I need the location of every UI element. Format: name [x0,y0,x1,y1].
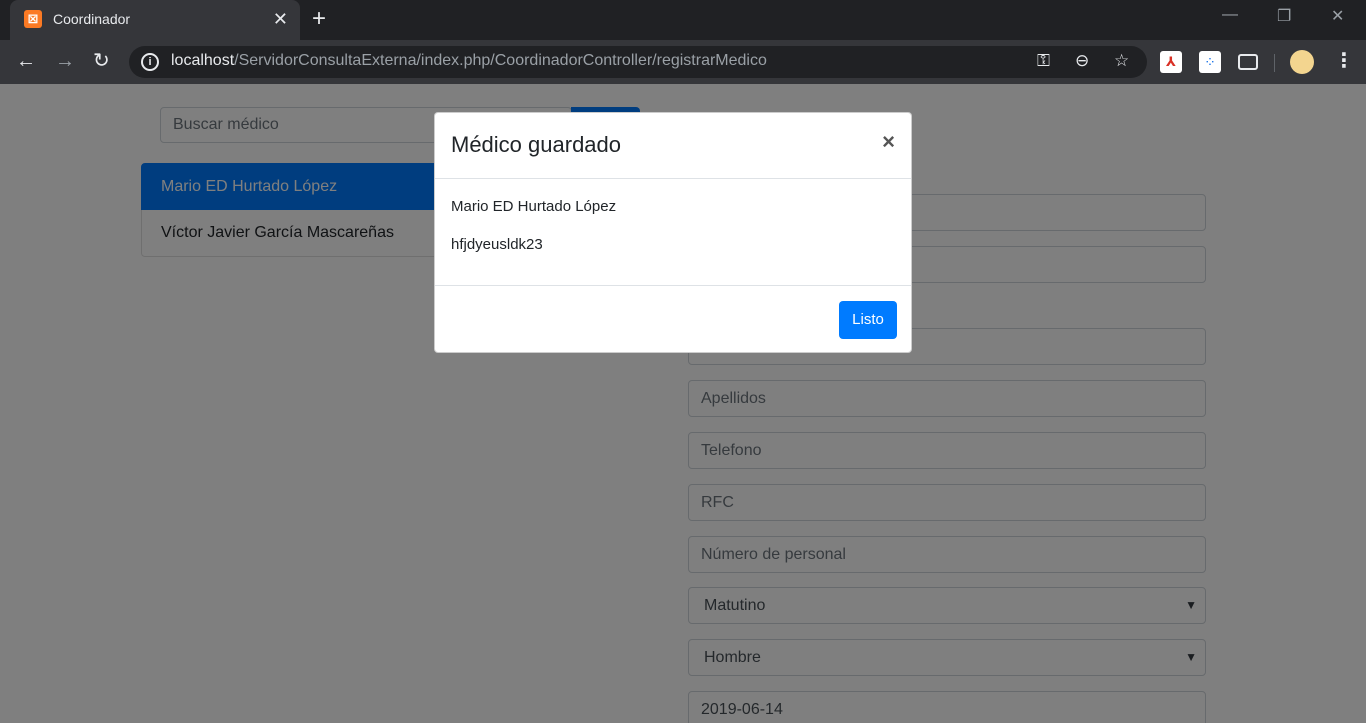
key-icon[interactable]: ⚿ [1037,51,1050,71]
zoom-out-icon[interactable]: ⊖ [1075,51,1089,71]
browser-tab[interactable]: ⊠ Coordinador ✕ [10,0,300,40]
modal-footer: Listo [435,286,911,353]
modal-doctor-code: hfjdyeusldk23 [451,236,543,253]
url-path: /ServidorConsultaExterna/index.php/Coord… [234,52,767,69]
reload-icon[interactable]: ↻ [93,50,110,72]
new-tab-icon[interactable]: + [312,6,326,32]
info-icon[interactable]: i [141,53,159,71]
pdf-extension-icon[interactable]: ⅄ [1160,51,1182,73]
forward-icon[interactable]: → [55,50,75,72]
profile-avatar[interactable] [1290,50,1314,74]
listo-button[interactable]: Listo [839,301,897,339]
close-tab-icon[interactable]: ✕ [273,8,288,30]
xampp-favicon-icon: ⊠ [24,10,42,28]
toolbar-divider [1274,54,1275,72]
browser-tab-bar: ⊠ Coordinador ✕ + — ❐ ✕ [0,0,1366,40]
saved-doctor-modal: Médico guardado × Mario ED Hurtado López… [434,112,912,353]
modal-title: Médico guardado [451,132,622,157]
restore-icon[interactable]: ❐ [1277,6,1291,26]
browser-toolbar: ← → ↻ i localhost/ServidorConsultaExtern… [0,40,1366,84]
address-bar[interactable]: i localhost/ServidorConsultaExterna/inde… [129,46,1147,78]
back-icon[interactable]: ← [16,50,36,72]
star-icon[interactable]: ☆ [1114,51,1129,71]
extension-icon[interactable]: ⁘ [1199,51,1221,73]
url-text[interactable]: localhost/ServidorConsultaExterna/index.… [171,52,767,70]
modal-header: Médico guardado × [435,113,911,179]
url-host: localhost [171,52,235,69]
close-window-icon[interactable]: ✕ [1331,6,1344,26]
close-icon[interactable]: × [882,130,895,154]
modal-doctor-name: Mario ED Hurtado López [451,198,617,215]
picture-in-picture-icon[interactable] [1238,54,1258,70]
menu-icon[interactable]: ⋮ [1334,48,1354,73]
tab-title: Coordinador [53,11,131,27]
minimize-icon[interactable]: — [1222,6,1238,24]
modal-body: Mario ED Hurtado López hfjdyeusldk23 [435,179,911,286]
